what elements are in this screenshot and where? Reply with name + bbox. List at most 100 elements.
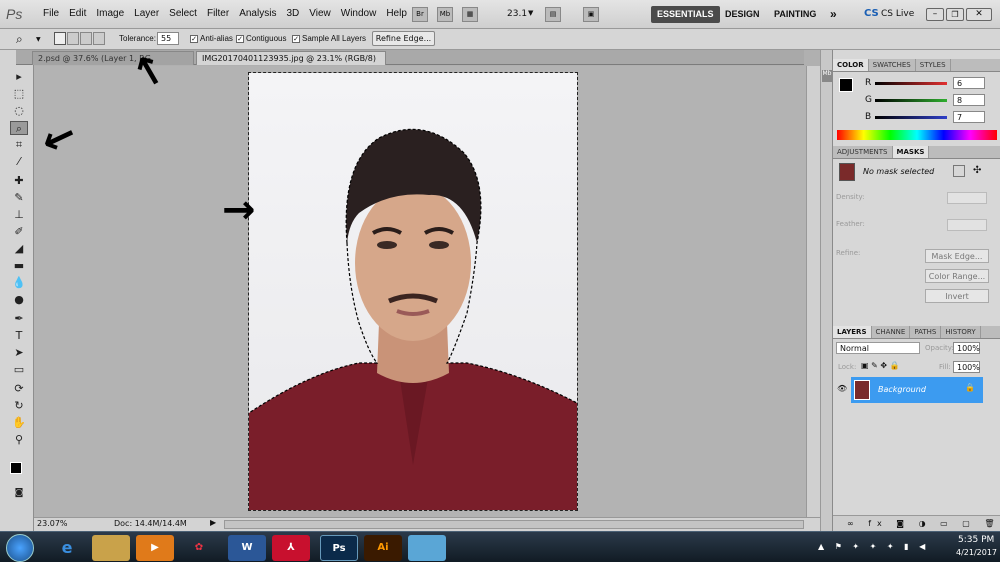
magic-wand-tool-icon[interactable]: ⌕ (16, 32, 23, 47)
file-explorer-icon[interactable] (92, 535, 130, 561)
eraser-tool-icon[interactable]: ◢ (10, 242, 28, 256)
minibridge-icon[interactable]: Mb (437, 7, 453, 22)
tool-preset-dropdown-icon[interactable]: ▼ (36, 36, 41, 43)
layers-footer-icons[interactable]: ∞ fx ◙ ◑ ▭ ▢ 🗑 (833, 515, 1000, 531)
menu-item-view[interactable]: View (304, 8, 336, 19)
blur-tool-icon[interactable]: 💧 (10, 276, 28, 290)
layer-visibility-eye-icon[interactable]: 👁 (837, 384, 849, 394)
tab-swatches[interactable]: SWATCHES (869, 59, 916, 71)
workspace-essentials[interactable]: ESSENTIALS (651, 6, 720, 23)
workspace-painting[interactable]: PAINTING (768, 6, 822, 23)
tab-color[interactable]: COLOR (833, 59, 869, 71)
add-selection-icon[interactable] (67, 32, 79, 45)
new-selection-icon[interactable] (54, 32, 66, 45)
horizontal-scrollbar[interactable] (224, 520, 804, 529)
more-workspaces-button[interactable]: » (824, 6, 843, 23)
history-brush-tool-icon[interactable]: ✐ (10, 225, 28, 239)
channel-b-slider[interactable] (875, 116, 947, 119)
blend-mode-select[interactable]: Normal (836, 342, 920, 354)
path-selection-tool-icon[interactable]: ➤ (10, 346, 28, 360)
tab-layers[interactable]: LAYERS (833, 326, 872, 338)
intersect-selection-icon[interactable] (93, 32, 105, 45)
app-icon[interactable] (408, 535, 446, 561)
zoom-dropdown-icon[interactable]: ▼ (528, 9, 533, 17)
eyedropper-tool-icon[interactable]: ⁄ (10, 155, 28, 169)
tab-styles[interactable]: STYLES (916, 59, 951, 71)
healing-brush-tool-icon[interactable]: ✚ (10, 174, 28, 188)
hand-tool-icon[interactable]: ✋ (10, 416, 28, 430)
zoom-tool-icon[interactable]: ⚲ (10, 433, 28, 447)
fill-input[interactable]: 100% (953, 361, 980, 373)
status-menu-arrow-icon[interactable]: ▶ (210, 518, 216, 527)
restore-button[interactable]: ❐ (946, 8, 964, 21)
status-zoom[interactable]: 23.07% (37, 519, 68, 528)
magic-wand-tool-button[interactable]: ⌕ (10, 121, 28, 135)
opacity-input[interactable]: 100% (953, 342, 980, 354)
view-extras-icon[interactable]: ▦ (462, 7, 478, 22)
minimize-button[interactable]: – (926, 8, 944, 21)
tab-masks[interactable]: MASKS (892, 146, 930, 158)
tab-img-jpg[interactable]: IMG20170401123935.jpg @ 23.1% (RGB/8) * … (196, 51, 386, 78)
tab-2-psd[interactable]: 2.psd @ 37.6% (Layer 1, RG (32, 51, 194, 65)
tab-channels[interactable]: CHANNE (872, 326, 911, 338)
minibridge-panel-icon[interactable]: Mb (822, 70, 832, 82)
clock-date[interactable]: 4/21/2017 (956, 548, 997, 557)
word-icon[interactable]: W (228, 535, 266, 561)
menu-item-edit[interactable]: Edit (64, 8, 91, 19)
paint-icon[interactable]: ✿ (180, 535, 218, 561)
start-button-icon[interactable] (6, 534, 34, 562)
contiguous-checkbox[interactable]: ✓ Contiguous (236, 34, 286, 43)
menu-item-3d[interactable]: 3D (281, 8, 304, 19)
tab-history[interactable]: HISTORY (941, 326, 981, 338)
add-pixel-mask-icon[interactable] (953, 165, 965, 177)
foreground-color-swatch[interactable] (10, 462, 22, 474)
color-spectrum-ramp[interactable] (837, 130, 997, 140)
lock-icons[interactable]: ▣ ✎ ✥ 🔒 (861, 361, 900, 370)
menu-item-analysis[interactable]: Analysis (234, 8, 281, 19)
layer-row-background[interactable]: Background 🔒 (851, 377, 983, 403)
density-input[interactable] (947, 192, 987, 204)
system-tray-icons[interactable]: ▲ ⚑ ✦ ✦ ✦ ▮ ◀ (818, 542, 929, 551)
3d-orbit-tool-icon[interactable]: ↻ (10, 399, 28, 413)
sample-all-layers-checkbox[interactable]: ✓ Sample All Layers (292, 34, 366, 43)
bridge-icon[interactable]: Br (412, 7, 428, 22)
screen-mode-icon[interactable]: ▣ (583, 7, 599, 22)
feather-input[interactable] (947, 219, 987, 231)
workspace-design[interactable]: DESIGN (719, 6, 766, 23)
clone-stamp-tool-icon[interactable]: ⊥ (10, 208, 28, 222)
illustrator-icon[interactable]: Ai (364, 535, 402, 561)
marquee-tool-icon[interactable]: ⬚ (10, 87, 28, 101)
brush-tool-icon[interactable]: ✎ (10, 191, 28, 205)
channel-r-input[interactable]: 6 (953, 77, 985, 89)
invert-button[interactable]: Invert (925, 289, 989, 303)
move-tool-icon[interactable]: ▸ (10, 70, 28, 84)
photoshop-taskbar-icon[interactable]: Ps (320, 535, 358, 561)
document-image[interactable] (248, 72, 578, 511)
quick-mask-icon[interactable]: ◙ (10, 486, 28, 500)
tab-paths[interactable]: PATHS (910, 326, 942, 338)
internet-explorer-icon[interactable]: e (48, 535, 86, 561)
3d-rotate-tool-icon[interactable]: ⟳ (10, 382, 28, 396)
refine-edge-button[interactable]: Refine Edge... (372, 31, 435, 46)
media-player-icon[interactable]: ▶ (136, 535, 174, 561)
menu-item-help[interactable]: Help (381, 8, 412, 19)
subtract-selection-icon[interactable] (80, 32, 92, 45)
channel-g-slider[interactable] (875, 99, 947, 102)
type-tool-icon[interactable]: T (10, 329, 28, 343)
crop-tool-icon[interactable]: ⌗ (10, 138, 28, 152)
menu-item-image[interactable]: Image (91, 8, 129, 19)
menu-item-window[interactable]: Window (336, 8, 382, 19)
close-button[interactable]: ✕ (966, 8, 992, 21)
menu-item-layer[interactable]: Layer (129, 8, 164, 19)
shape-tool-icon[interactable]: ▭ (10, 363, 28, 377)
pen-tool-icon[interactable]: ✒ (10, 312, 28, 326)
menu-item-file[interactable]: File (38, 8, 64, 19)
gradient-tool-icon[interactable]: ▬ (10, 259, 28, 273)
vertical-scrollbar[interactable] (806, 66, 820, 517)
color-fg-swatch[interactable] (839, 78, 853, 92)
color-range-button[interactable]: Color Range... (925, 269, 989, 283)
tab-adjustments[interactable]: ADJUSTMENTS (833, 146, 893, 158)
dodge-tool-icon[interactable]: ● (10, 293, 28, 307)
clock-time[interactable]: 5:35 PM (958, 535, 994, 545)
channel-r-slider[interactable] (875, 82, 947, 85)
